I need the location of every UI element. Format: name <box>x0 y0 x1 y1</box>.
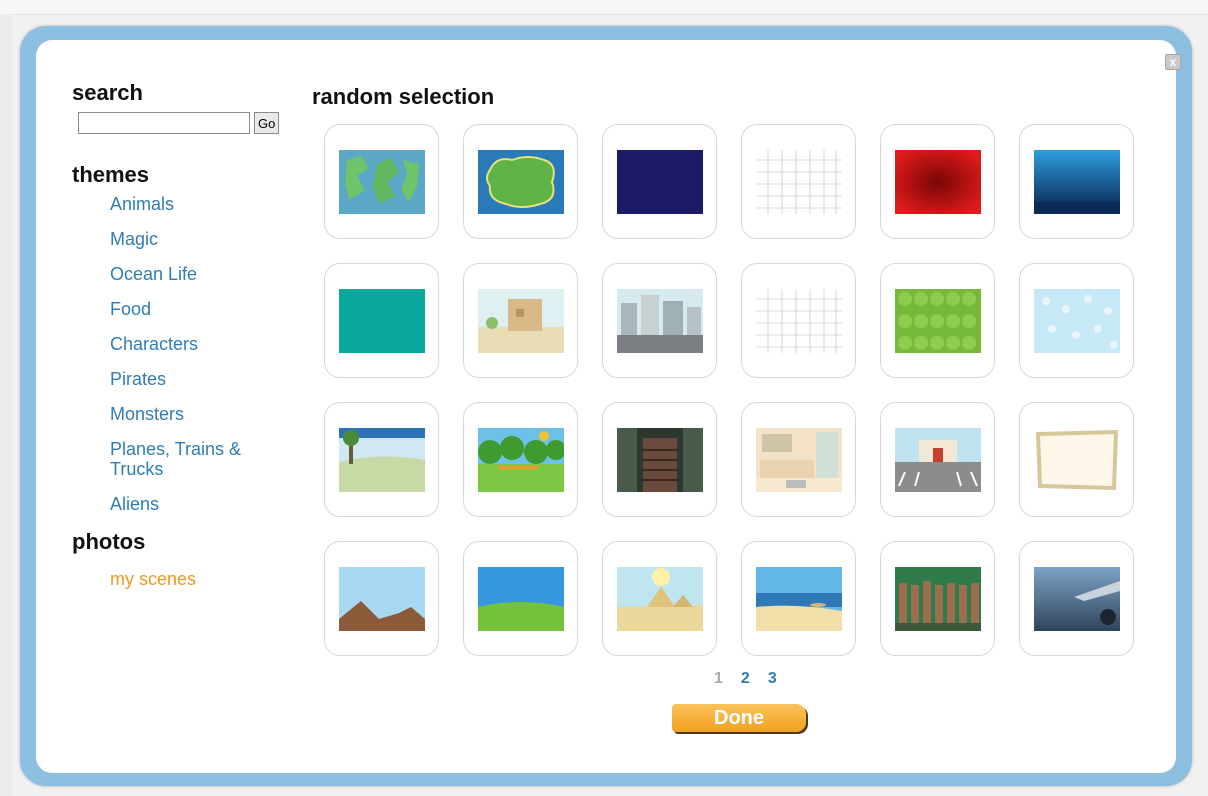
theme-link-planes-trains-trucks[interactable]: Planes, Trains & Trucks <box>110 439 280 479</box>
close-icon[interactable]: x <box>1165 54 1181 70</box>
scene-thumbnail-grid-paper-2[interactable] <box>741 263 856 378</box>
theme-link-monsters[interactable]: Monsters <box>110 404 292 424</box>
scene-thumbnail-city-street[interactable] <box>602 263 717 378</box>
red-burst-image <box>894 149 981 214</box>
scene-thumbnail-red-burst[interactable] <box>880 124 995 239</box>
pagination: 1 2 3 <box>714 670 777 688</box>
themes-title: themes <box>72 162 150 187</box>
search-input[interactable] <box>78 112 250 134</box>
light-blue-pattern-image <box>1033 288 1120 353</box>
scene-thumbnail-light-blue-pattern[interactable] <box>1019 263 1134 378</box>
scene-grid <box>324 124 1136 656</box>
page-title: random selection <box>312 84 495 109</box>
scene-thumbnail-navy-blank[interactable] <box>602 124 717 239</box>
page-edge <box>0 14 12 796</box>
scene-thumbnail-brown-hills[interactable] <box>324 541 439 656</box>
dark-stairway-image <box>616 427 703 492</box>
teal-blank-image <box>338 288 425 353</box>
scene-thumbnail-island-map[interactable] <box>324 124 439 239</box>
done-button[interactable]: Done <box>672 704 806 732</box>
theme-link-animals[interactable]: Animals <box>110 194 292 214</box>
page-3-link[interactable]: 3 <box>768 670 777 688</box>
search-title: search <box>72 80 143 105</box>
underwater-image <box>1033 149 1120 214</box>
parchment-frame-image <box>1033 427 1120 492</box>
green-scallops-image <box>894 288 981 353</box>
scene-picker-modal: x search Go themes Animals Magic Ocean L… <box>20 26 1192 786</box>
scene-thumbnail-forest[interactable] <box>463 402 578 517</box>
theme-link-ocean-life[interactable]: Ocean Life <box>110 264 292 284</box>
scene-thumbnail-dark-stairway[interactable] <box>602 402 717 517</box>
airplane-window-image <box>1033 566 1120 631</box>
tree-meadow-image <box>338 427 425 492</box>
search-row: Go <box>78 112 292 134</box>
parking-building-image <box>894 427 981 492</box>
scene-thumbnail-parchment-frame[interactable] <box>1019 402 1134 517</box>
theme-list: Animals Magic Ocean Life Food Characters… <box>110 194 292 514</box>
scene-thumbnail-kitchen[interactable] <box>741 402 856 517</box>
tree-trunks-image <box>894 566 981 631</box>
pyramids-image <box>616 566 703 631</box>
beach-image <box>755 566 842 631</box>
my-scenes-link[interactable]: my scenes <box>110 569 292 590</box>
theme-link-aliens[interactable]: Aliens <box>110 494 292 514</box>
browser-strip <box>0 0 1208 15</box>
scene-thumbnail-pyramids[interactable] <box>602 541 717 656</box>
scene-thumbnail-desert-castle[interactable] <box>463 263 578 378</box>
go-button[interactable]: Go <box>254 112 280 134</box>
scene-thumbnail-green-scallops[interactable] <box>880 263 995 378</box>
modal-body: x search Go themes Animals Magic Ocean L… <box>36 40 1181 773</box>
theme-link-pirates[interactable]: Pirates <box>110 369 292 389</box>
scene-thumbnail-parking-building[interactable] <box>880 402 995 517</box>
forest-image <box>477 427 564 492</box>
scene-thumbnail-underwater[interactable] <box>1019 124 1134 239</box>
theme-link-magic[interactable]: Magic <box>110 229 292 249</box>
city-street-image <box>616 288 703 353</box>
photos-title: photos <box>72 529 146 554</box>
grass-sky-image <box>477 566 564 631</box>
page-2-link[interactable]: 2 <box>741 670 750 688</box>
page-1-current: 1 <box>714 670 723 687</box>
scene-thumbnail-teal-blank[interactable] <box>324 263 439 378</box>
scene-thumbnail-green-island[interactable] <box>463 124 578 239</box>
scene-thumbnail-tree-meadow[interactable] <box>324 402 439 517</box>
scene-thumbnail-beach[interactable] <box>741 541 856 656</box>
theme-link-food[interactable]: Food <box>110 299 292 319</box>
grid-paper-image <box>755 149 842 214</box>
brown-hills-image <box>338 566 425 631</box>
green-island-image <box>477 149 564 214</box>
scene-thumbnail-grid-paper[interactable] <box>741 124 856 239</box>
grid-paper-image <box>755 288 842 353</box>
desert-castle-image <box>477 288 564 353</box>
island-map-image <box>338 149 425 214</box>
scene-thumbnail-airplane-window[interactable] <box>1019 541 1134 656</box>
scene-thumbnail-tree-trunks[interactable] <box>880 541 995 656</box>
scene-thumbnail-grass-sky[interactable] <box>463 541 578 656</box>
kitchen-image <box>755 427 842 492</box>
sidebar: search Go themes Animals Magic Ocean Lif… <box>72 80 292 590</box>
navy-blank-image <box>616 149 703 214</box>
theme-link-characters[interactable]: Characters <box>110 334 292 354</box>
